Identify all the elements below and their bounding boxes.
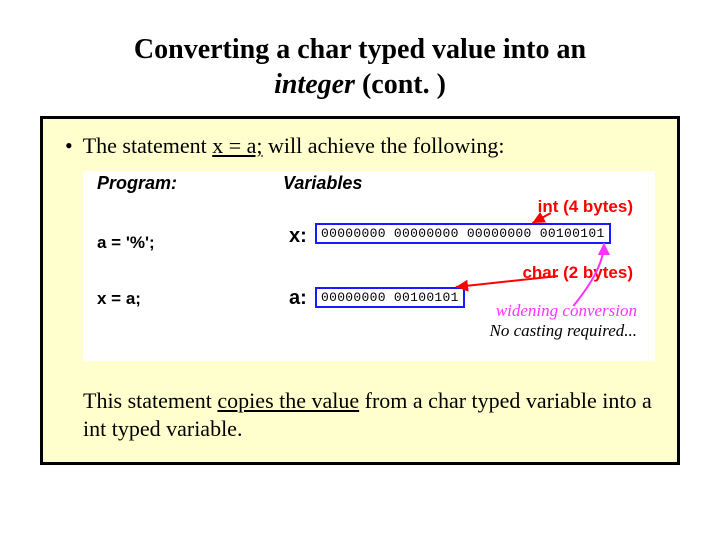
var-x-name: x: [289,225,307,248]
title-line2-rest: (cont. ) [355,69,446,100]
variables-header: Variables [283,173,362,194]
closing-underline: copies the value [217,388,359,413]
title-line1: Converting a char typed value into an [134,34,586,65]
bullet-row: • The statement x = a; will achieve the … [65,133,655,159]
nocast-label: No casting required... [490,321,637,341]
var-a-bits: 00000000 00100101 [315,287,465,308]
bullet-underline: x = a; [212,133,262,158]
program-header: Program: [97,173,177,194]
closing-text: This statement copies the value from a c… [83,387,655,442]
bullet-pre: The statement [83,133,213,158]
widening-label: widening conversion [496,301,637,321]
slide-title: Converting a char typed value into an in… [40,32,680,102]
bullet-text: The statement x = a; will achieve the fo… [83,133,505,159]
content-box: • The statement x = a; will achieve the … [40,116,680,465]
bullet-post: will achieve the following: [263,133,505,158]
code-line-1: a = '%'; [97,233,155,253]
diagram: Program: Variables int (4 bytes) char (2… [83,171,655,361]
int-label: int (4 bytes) [538,197,633,217]
char-label: char (2 bytes) [522,263,633,283]
bullet-dot: • [65,133,73,159]
var-x-bits: 00000000 00000000 00000000 00100101 [315,223,611,244]
closing-pre: This statement [83,388,217,413]
slide: Converting a char typed value into an in… [0,0,720,540]
code-line-2: x = a; [97,289,141,309]
var-a-name: a: [289,287,307,310]
title-emph: integer [274,69,355,100]
